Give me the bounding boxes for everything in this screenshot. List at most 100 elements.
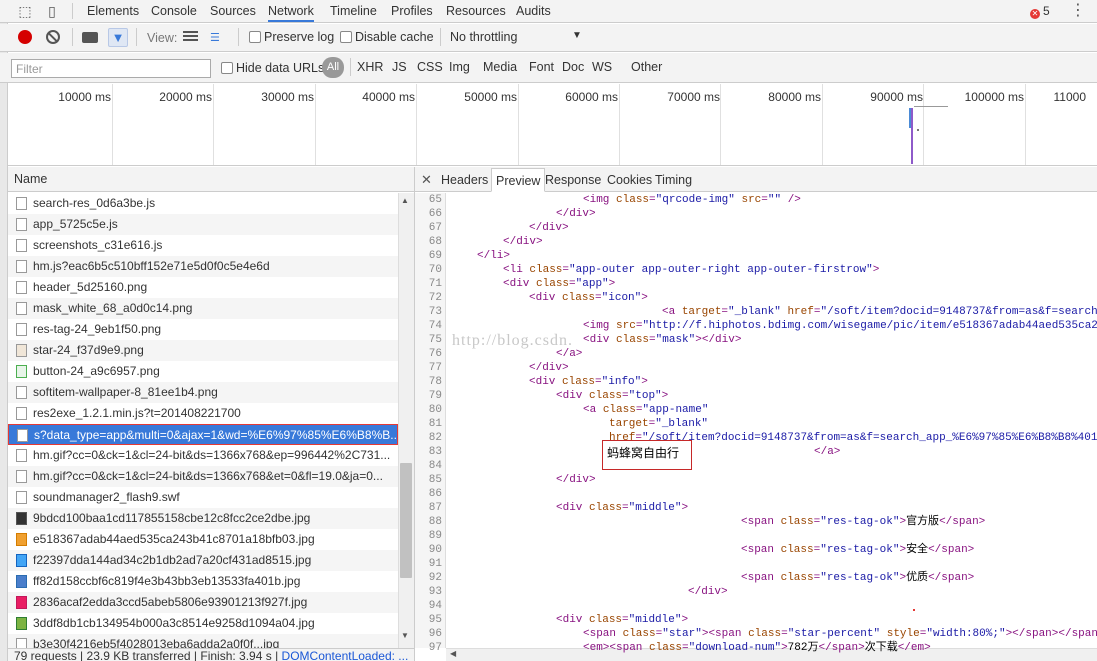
request-row[interactable]: s?data_type=app&multi=0&ajax=1&wd=%E6%97… [8,424,398,445]
line-number: 65 [428,194,442,206]
tab-timeline[interactable]: Timeline [330,0,377,22]
request-row[interactable]: 2836acaf2edda3ccd5abeb5806e93901213f927f… [8,592,398,613]
status-bar: 79 requests | 23.9 KB transferred | Fini… [8,648,415,661]
record-button[interactable] [18,30,32,44]
filter-type-xhr[interactable]: XHR [357,60,383,74]
code-line: </div> [688,586,728,598]
request-row[interactable]: mask_white_68_a0d0c14.png [8,298,398,319]
inspect-element-icon[interactable]: ⬚ [15,2,35,20]
tab-sources[interactable]: Sources [210,0,256,22]
request-row[interactable]: b3e30f4216eb5f4028013eba6adda2a0f0f...jp… [8,634,398,648]
line-number: 84 [428,460,442,472]
disable-cache-label: Disable cache [355,30,434,44]
tab-console[interactable]: Console [151,0,197,22]
timeline-gridline [315,84,316,165]
code-line: <img class="qrcode-img" src="" /> [583,194,801,206]
tab-network[interactable]: Network [268,0,314,22]
timeline-gridline [822,84,823,165]
request-row[interactable]: star-24_f37d9e9.png [8,340,398,361]
request-row[interactable]: header_5d25160.png [8,277,398,298]
preserve-log-checkbox[interactable] [249,31,261,43]
request-row[interactable]: 3ddf8db1cb134954b000a3c8514e9258d1094a04… [8,613,398,634]
request-row[interactable]: screenshots_c31e616.js [8,235,398,256]
hide-data-urls-checkbox[interactable] [221,62,233,74]
request-row[interactable]: ff82d158ccbf6c819f4e3b43bb3eb13533fa401b… [8,571,398,592]
overview-icon[interactable]: ☰ [210,31,228,44]
request-row[interactable]: app_5725c5e.js [8,214,398,235]
tab-elements[interactable]: Elements [87,0,139,22]
clear-icon[interactable] [46,30,60,44]
timeline-gridline [1025,84,1026,165]
code-line: <div class="middle"> [556,502,689,514]
request-list-scrollbar[interactable] [398,193,414,648]
filter-type-font[interactable]: Font [529,60,554,74]
device-mode-icon[interactable]: ▯ [42,2,62,20]
request-row[interactable]: res2exe_1.2.1.min.js?t=201408221700 [8,403,398,424]
tab-profiles[interactable]: Profiles [391,0,433,22]
transferred-size: 23.9 KB transferred [86,649,191,661]
filter-type-other[interactable]: Other [631,60,662,74]
request-row[interactable]: search-res_0d6a3be.js [8,193,398,214]
code-line: </div> [556,474,596,486]
disable-cache-checkbox[interactable] [340,31,352,43]
filter-all-button[interactable]: All [322,57,344,78]
preserve-log-label: Preserve log [264,30,335,44]
filter-type-css[interactable]: CSS [417,60,443,74]
tab-audits[interactable]: Audits [516,0,551,22]
request-row[interactable]: res-tag-24_9eb1f50.png [8,319,398,340]
file-icon [16,407,27,420]
filter-input[interactable] [11,59,211,78]
request-row[interactable]: soundmanager2_flash9.swf [8,487,398,508]
request-row[interactable]: softitem-wallpaper-8_81ee1b4.png [8,382,398,403]
request-row[interactable]: hm.js?eac6b5c510bff152e71e5d0f0c5e4e6d [8,256,398,277]
request-name: hm.gif?cc=0&ck=1&cl=24-bit&ds=1366x768&e… [33,469,383,483]
scrollbar-thumb[interactable] [400,463,412,578]
filter-toggle-icon[interactable]: ▼ [108,28,128,47]
detail-tab-headers[interactable]: Headers [437,168,492,192]
request-name: 9bdcd100baa1cd117855158cbe12c8fcc2ce2dbe… [33,511,311,525]
code-line: <div class="top"> [556,390,669,402]
close-icon[interactable]: ✕ [421,172,432,188]
filter-type-media[interactable]: Media [483,60,517,74]
file-icon [16,344,27,357]
code-line: <span class="res-tag-ok">安全</span> [741,544,975,556]
scroll-up-icon[interactable]: ▲ [401,196,409,205]
detail-tab-cookies[interactable]: Cookies [603,168,656,192]
dom-content-loaded: DOMContentLoaded: ... [281,649,409,661]
file-icon [16,197,27,210]
detail-tab-response[interactable]: Response [541,168,605,192]
request-row[interactable]: hm.gif?cc=0&ck=1&cl=24-bit&ds=1366x768&e… [8,466,398,487]
filter-type-img[interactable]: Img [449,60,470,74]
timeline-tick-label: 90000 ms [870,90,923,104]
scroll-down-icon[interactable]: ▼ [401,631,409,640]
code-line: <a class="app-name" [583,404,709,416]
throttling-select[interactable]: No throttling [450,30,517,44]
tab-resources[interactable]: Resources [446,0,506,22]
timeline-tick-label: 11000 [1053,90,1086,104]
annotation-mark [913,609,915,611]
request-row[interactable]: 9bdcd100baa1cd117855158cbe12c8fcc2ce2dbe… [8,508,398,529]
filter-type-doc[interactable]: Doc [562,60,584,74]
chevron-down-icon[interactable]: ▼ [572,30,582,41]
error-count-badge[interactable]: ✕ 5 [1030,3,1050,19]
timeline-tick-label: 10000 ms [58,90,111,104]
code-line: </a> [814,446,841,458]
request-name: mask_white_68_a0d0c14.png [33,301,193,315]
timeline-overview[interactable]: 10000 ms 20000 ms 30000 ms 40000 ms 50000 ms… [8,84,1097,166]
request-row[interactable]: f22397dda144ad34c2b1db2ad7a20cf431ad8515… [8,550,398,571]
request-row[interactable]: button-24_a9c6957.png [8,361,398,382]
filter-type-js[interactable]: JS [392,60,407,74]
filter-type-ws[interactable]: WS [592,60,612,74]
detail-tab-timing[interactable]: Timing [651,168,696,192]
name-column-header[interactable]: Name [8,167,415,192]
line-number: 87 [428,502,442,514]
more-menu-icon[interactable]: ⋮ [1070,2,1086,20]
detail-tab-preview[interactable]: Preview [491,168,546,192]
capture-screenshots-icon[interactable] [82,32,98,43]
request-name: screenshots_c31e616.js [33,238,163,252]
request-row[interactable]: e518367adab44aed535ca243b41c8701a18bfb03… [8,529,398,550]
line-number: 96 [428,628,442,640]
line-number: 80 [428,404,442,416]
request-row[interactable]: hm.gif?cc=0&ck=1&cl=24-bit&ds=1366x768&e… [8,445,398,466]
large-rows-icon[interactable] [183,31,198,43]
